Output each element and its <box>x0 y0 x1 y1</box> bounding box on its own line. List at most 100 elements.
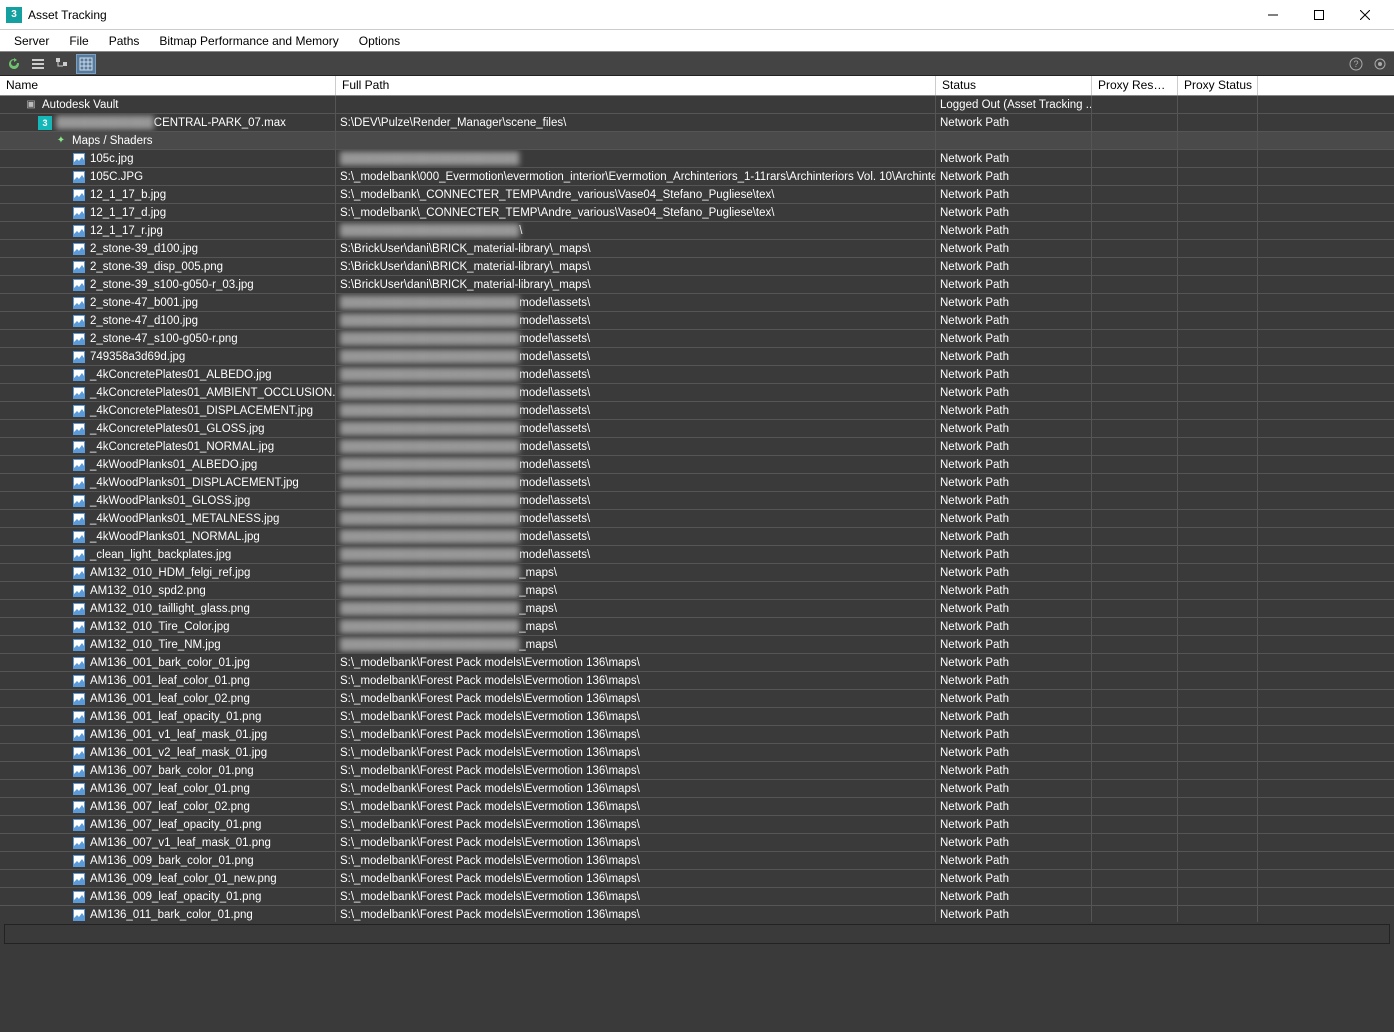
image-file-icon <box>72 242 86 256</box>
asset-row[interactable]: AM136_011_bark_color_01.pngS:\_modelbank… <box>0 906 1394 922</box>
asset-name: _4kConcretePlates01_ALBEDO.jpg <box>90 369 272 381</box>
table-view-button[interactable] <box>76 54 96 74</box>
asset-row[interactable]: _4kConcretePlates01_ALBEDO.jpg██████████… <box>0 366 1394 384</box>
column-name[interactable]: Name <box>0 76 336 95</box>
asset-name: _4kWoodPlanks01_NORMAL.jpg <box>90 531 260 543</box>
asset-row[interactable]: AM136_007_leaf_opacity_01.pngS:\_modelba… <box>0 816 1394 834</box>
asset-row[interactable]: AM136_001_bark_color_01.jpgS:\_modelbank… <box>0 654 1394 672</box>
asset-row[interactable]: AM132_010_Tire_NM.jpg███████████████████… <box>0 636 1394 654</box>
column-status[interactable]: Status <box>936 76 1092 95</box>
asset-row[interactable]: AM136_001_v1_leaf_mask_01.jpgS:\_modelba… <box>0 726 1394 744</box>
asset-row[interactable]: AM132_010_HDM_felgi_ref.jpg█████████████… <box>0 564 1394 582</box>
asset-row[interactable]: _4kConcretePlates01_GLOSS.jpg███████████… <box>0 420 1394 438</box>
asset-row[interactable]: AM136_007_leaf_color_01.pngS:\_modelbank… <box>0 780 1394 798</box>
close-button[interactable] <box>1342 0 1388 30</box>
asset-path: ██████████████████████model\assets\ <box>336 384 936 401</box>
column-full-path[interactable]: Full Path <box>336 76 936 95</box>
image-file-icon <box>72 674 86 688</box>
asset-row[interactable]: 105C.JPGS:\_modelbank\000_Evermotion\eve… <box>0 168 1394 186</box>
asset-row[interactable]: AM136_001_leaf_opacity_01.pngS:\_modelba… <box>0 708 1394 726</box>
asset-name: _4kWoodPlanks01_ALBEDO.jpg <box>90 459 257 471</box>
scene-file-row[interactable]: 3████████████CENTRAL-PARK_07.max S:\DEV\… <box>0 114 1394 132</box>
asset-row[interactable]: 749358a3d69d.jpg██████████████████████mo… <box>0 348 1394 366</box>
asset-name: AM132_010_HDM_felgi_ref.jpg <box>90 567 250 579</box>
asset-row[interactable]: _clean_light_backplates.jpg█████████████… <box>0 546 1394 564</box>
asset-status: Network Path <box>936 276 1092 293</box>
refresh-button[interactable] <box>4 54 24 74</box>
asset-row[interactable]: AM136_001_leaf_color_02.pngS:\_modelbank… <box>0 690 1394 708</box>
asset-status: Network Path <box>936 330 1092 347</box>
menu-server[interactable]: Server <box>4 32 59 50</box>
asset-path: S:\_modelbank\Forest Pack models\Evermot… <box>336 672 936 689</box>
asset-row[interactable]: AM136_009_leaf_color_01_new.pngS:\_model… <box>0 870 1394 888</box>
asset-path: S:\BrickUser\dani\BRICK_material-library… <box>336 240 936 257</box>
menu-paths[interactable]: Paths <box>99 32 150 50</box>
asset-row[interactable]: _4kWoodPlanks01_DISPLACEMENT.jpg████████… <box>0 474 1394 492</box>
asset-name: 12_1_17_r.jpg <box>90 225 163 237</box>
asset-status: Network Path <box>936 186 1092 203</box>
tree-view-button[interactable] <box>52 54 72 74</box>
asset-name: AM136_009_leaf_color_01_new.png <box>90 873 277 885</box>
asset-name: AM136_007_bark_color_01.png <box>90 765 254 777</box>
asset-name: 2_stone-47_s100-g050-r.png <box>90 333 238 345</box>
asset-row[interactable]: AM136_007_bark_color_01.pngS:\_modelbank… <box>0 762 1394 780</box>
image-file-icon <box>72 206 86 220</box>
minimize-button[interactable] <box>1250 0 1296 30</box>
asset-row[interactable]: AM132_010_spd2.png██████████████████████… <box>0 582 1394 600</box>
image-file-icon <box>72 584 86 598</box>
asset-row[interactable]: AM136_001_leaf_color_01.pngS:\_modelbank… <box>0 672 1394 690</box>
asset-row[interactable]: AM132_010_Tire_Color.jpg████████████████… <box>0 618 1394 636</box>
asset-path: S:\_modelbank\Forest Pack models\Evermot… <box>336 834 936 851</box>
asset-row[interactable]: 2_stone-39_disp_005.pngS:\BrickUser\dani… <box>0 258 1394 276</box>
image-file-icon <box>72 908 86 922</box>
menu-options[interactable]: Options <box>349 32 410 50</box>
image-file-icon <box>72 890 86 904</box>
asset-row[interactable]: AM136_007_v1_leaf_mask_01.pngS:\_modelba… <box>0 834 1394 852</box>
menu-file[interactable]: File <box>59 32 98 50</box>
vault-icon: ▣ <box>24 98 38 112</box>
asset-row[interactable]: _4kWoodPlanks01_NORMAL.jpg██████████████… <box>0 528 1394 546</box>
asset-row[interactable]: 12_1_17_r.jpg██████████████████████\Netw… <box>0 222 1394 240</box>
app-icon: 3 <box>6 7 22 23</box>
image-file-icon <box>72 278 86 292</box>
asset-row[interactable]: 2_stone-47_d100.jpg█████████████████████… <box>0 312 1394 330</box>
asset-name: _4kConcretePlates01_NORMAL.jpg <box>90 441 274 453</box>
settings-icon[interactable] <box>1370 54 1390 74</box>
asset-row[interactable]: 2_stone-47_b001.jpg█████████████████████… <box>0 294 1394 312</box>
asset-row[interactable]: 12_1_17_b.jpgS:\_modelbank\_CONNECTER_TE… <box>0 186 1394 204</box>
asset-row[interactable]: AM132_010_taillight_glass.png███████████… <box>0 600 1394 618</box>
asset-status: Network Path <box>936 420 1092 437</box>
tree-root-row[interactable]: ▣Autodesk Vault Logged Out (Asset Tracki… <box>0 96 1394 114</box>
asset-row[interactable]: _4kWoodPlanks01_GLOSS.jpg███████████████… <box>0 492 1394 510</box>
asset-name: AM136_009_bark_color_01.png <box>90 855 254 867</box>
asset-path: S:\_modelbank\Forest Pack models\Evermot… <box>336 690 936 707</box>
asset-row[interactable]: AM136_007_leaf_color_02.pngS:\_modelbank… <box>0 798 1394 816</box>
asset-name: AM136_001_v2_leaf_mask_01.jpg <box>90 747 267 759</box>
asset-status: Network Path <box>936 384 1092 401</box>
asset-row[interactable]: 2_stone-39_s100-g050-r_03.jpgS:\BrickUse… <box>0 276 1394 294</box>
image-file-icon <box>72 710 86 724</box>
maximize-button[interactable] <box>1296 0 1342 30</box>
asset-row[interactable]: _4kConcretePlates01_NORMAL.jpg██████████… <box>0 438 1394 456</box>
list-view-button[interactable] <box>28 54 48 74</box>
asset-row[interactable]: _4kConcretePlates01_DISPLACEMENT.jpg████… <box>0 402 1394 420</box>
asset-row[interactable]: AM136_001_v2_leaf_mask_01.jpgS:\_modelba… <box>0 744 1394 762</box>
maps-shaders-group-row[interactable]: ✦Maps / Shaders <box>0 132 1394 150</box>
menu-bitmap-performance[interactable]: Bitmap Performance and Memory <box>149 32 348 50</box>
asset-row[interactable]: 2_stone-47_s100-g050-r.png██████████████… <box>0 330 1394 348</box>
asset-row[interactable]: 2_stone-39_d100.jpgS:\BrickUser\dani\BRI… <box>0 240 1394 258</box>
asset-row[interactable]: _4kConcretePlates01_AMBIENT_OCCLUSION.jp… <box>0 384 1394 402</box>
asset-table[interactable]: ▣Autodesk Vault Logged Out (Asset Tracki… <box>0 96 1394 922</box>
asset-row[interactable]: AM136_009_leaf_opacity_01.pngS:\_modelba… <box>0 888 1394 906</box>
asset-row[interactable]: _4kWoodPlanks01_METALNESS.jpg███████████… <box>0 510 1394 528</box>
column-proxy-status[interactable]: Proxy Status <box>1178 76 1258 95</box>
asset-row[interactable]: 12_1_17_d.jpgS:\_modelbank\_CONNECTER_TE… <box>0 204 1394 222</box>
help-icon[interactable]: ? <box>1346 54 1366 74</box>
asset-row[interactable]: 105c.jpg██████████████████████Network Pa… <box>0 150 1394 168</box>
asset-row[interactable]: _4kWoodPlanks01_ALBEDO.jpg██████████████… <box>0 456 1394 474</box>
asset-status: Network Path <box>936 618 1092 635</box>
asset-path: ██████████████████████model\assets\ <box>336 546 936 563</box>
asset-row[interactable]: AM136_009_bark_color_01.pngS:\_modelbank… <box>0 852 1394 870</box>
asset-status: Network Path <box>936 888 1092 905</box>
column-proxy-resolution[interactable]: Proxy Resol... <box>1092 76 1178 95</box>
